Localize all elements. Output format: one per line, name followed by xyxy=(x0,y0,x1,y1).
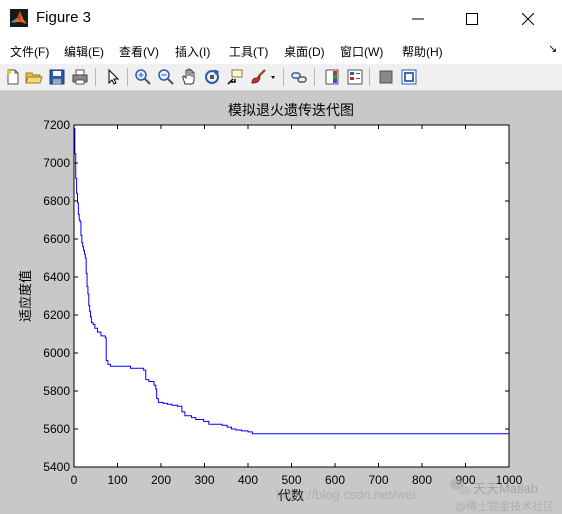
data-cursor-icon[interactable] xyxy=(226,68,244,86)
zoom-out-icon[interactable] xyxy=(157,68,175,86)
colorbar-icon[interactable] xyxy=(323,68,341,86)
toolbar-separator xyxy=(95,68,96,86)
menu-bar: 文件(F) 编辑(E) 查看(V) 插入(I) 工具(T) 桌面(D) 窗口(W… xyxy=(0,40,562,62)
x-tick-label: 500 xyxy=(281,473,301,487)
menu-help[interactable]: 帮助(H) xyxy=(402,43,443,60)
save-icon[interactable] xyxy=(48,68,66,86)
close-button[interactable] xyxy=(505,0,551,38)
y-tick-label: 5400 xyxy=(43,460,70,474)
print-icon[interactable] xyxy=(71,68,89,86)
show-plot-tools-icon[interactable] xyxy=(400,68,418,86)
y-tick-label: 6800 xyxy=(43,194,70,208)
y-tick-label: 6600 xyxy=(43,232,70,246)
maximize-icon xyxy=(466,13,478,25)
y-tick-label: 5800 xyxy=(43,384,70,398)
pan-hand-icon[interactable] xyxy=(180,68,198,86)
y-tick-label: 6200 xyxy=(43,308,70,322)
y-tick-label: 6000 xyxy=(43,346,70,360)
plot-area[interactable]: 模拟退火遗传迭代图 0 100 200 300 400 500 600 700 800 900 10… xyxy=(0,91,562,514)
toolbar-separator xyxy=(369,68,370,86)
y-tick-label: 7200 xyxy=(43,118,70,132)
x-tick-label: 400 xyxy=(238,473,258,487)
maximize-button[interactable] xyxy=(449,0,495,38)
figure-window: Figure 3 文件(F) 编辑(E) 查看(V) 插入(I) 工具(T) 桌… xyxy=(0,0,562,514)
toolbar-separator xyxy=(127,68,128,86)
hide-plot-tools-icon[interactable] xyxy=(377,68,395,86)
x-tick-label: 100 xyxy=(107,473,127,487)
x-tick-label: 0 xyxy=(71,473,78,487)
menu-edit[interactable]: 编辑(E) xyxy=(64,43,104,60)
x-tick-label: 300 xyxy=(194,473,214,487)
menu-view[interactable]: 查看(V) xyxy=(119,43,159,60)
title-bar[interactable]: Figure 3 xyxy=(0,0,562,38)
rotate-3d-icon[interactable] xyxy=(203,68,221,86)
menu-window[interactable]: 窗口(W) xyxy=(340,43,383,60)
menu-desktop[interactable]: 桌面(D) xyxy=(284,43,325,60)
pointer-arrow-icon[interactable] xyxy=(104,68,122,86)
x-tick-label: 600 xyxy=(325,473,345,487)
toolbar-separator xyxy=(283,68,284,86)
figure-toolbar xyxy=(0,64,562,91)
x-tick-label: 700 xyxy=(368,473,388,487)
toolbar-separator xyxy=(314,68,315,86)
menu-overflow-icon[interactable]: ↘ xyxy=(548,42,557,55)
axes-background xyxy=(74,125,509,467)
x-tick-label: 200 xyxy=(151,473,171,487)
x-tick-label: 800 xyxy=(412,473,432,487)
watermark-sub: @稀土掘金技术社区 xyxy=(455,499,554,513)
y-tick-label: 5600 xyxy=(43,422,70,436)
close-icon xyxy=(522,13,534,25)
link-plot-icon[interactable] xyxy=(290,68,308,86)
brush-icon[interactable] xyxy=(249,68,267,86)
window-title: Figure 3 xyxy=(36,9,92,26)
matlab-icon xyxy=(10,9,28,27)
watermark-url: https://blog.csdn.net/wei xyxy=(276,487,416,502)
y-tick-label: 7000 xyxy=(43,156,70,170)
minimize-icon xyxy=(412,18,424,20)
menu-tools[interactable]: 工具(T) xyxy=(229,43,268,60)
chart-title: 模拟退火遗传迭代图 xyxy=(228,102,354,118)
y-tick-label: 6400 xyxy=(43,270,70,284)
open-folder-icon[interactable] xyxy=(25,68,43,86)
legend-icon[interactable] xyxy=(346,68,364,86)
minimize-button[interactable] xyxy=(395,0,441,38)
new-file-icon[interactable] xyxy=(4,68,22,86)
y-axis-label: 适应度值 xyxy=(18,270,33,322)
menu-file[interactable]: 文件(F) xyxy=(10,43,49,60)
watermark-brand: 天天Matlab xyxy=(473,481,538,496)
menu-insert[interactable]: 插入(I) xyxy=(175,43,210,60)
zoom-in-icon[interactable] xyxy=(134,68,152,86)
